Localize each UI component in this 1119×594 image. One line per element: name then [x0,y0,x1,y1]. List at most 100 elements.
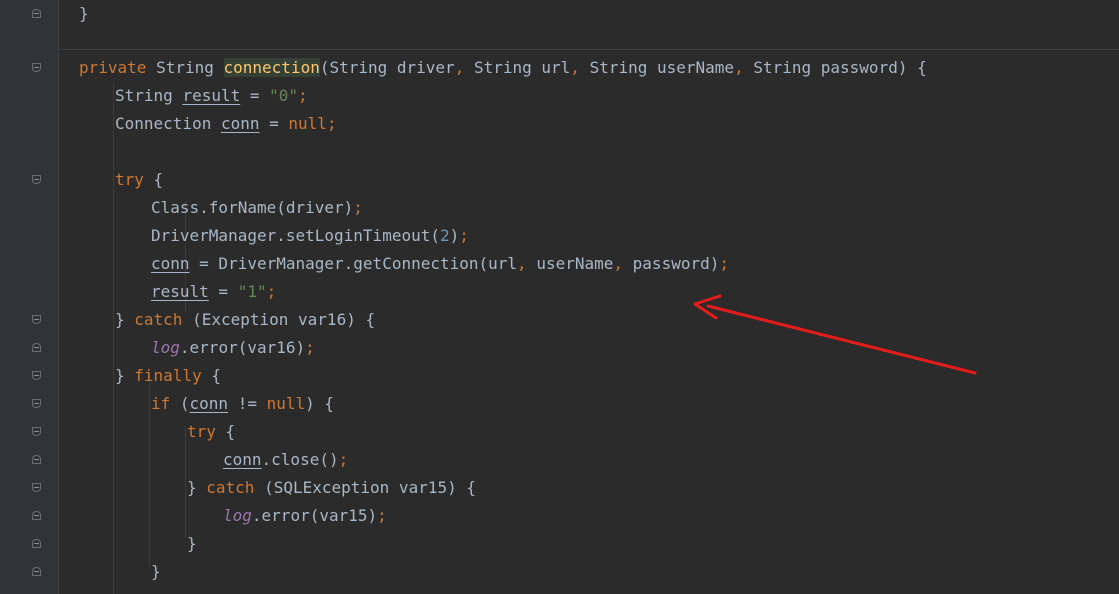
code-token: (SQLException var15) { [254,478,476,497]
code-token: finally [134,366,202,385]
code-line[interactable]: conn = DriverManager.getConnection(url, … [151,250,729,278]
code-token: ; [459,226,469,245]
fold-collapse-icon[interactable] [32,315,41,324]
code-token: = DriverManager.getConnection(url [189,254,518,273]
code-token: (Exception var16) { [182,310,376,329]
code-token: { [201,366,221,385]
code-token: ; [266,282,277,301]
code-token: null [288,114,327,133]
code-token: { [143,170,164,189]
fold-collapse-icon[interactable] [32,175,41,184]
code-line[interactable]: } catch (SQLException var15) { [187,474,476,502]
code-editor[interactable]: } private String connection(String driver… [0,0,1119,594]
code-token: } [187,478,207,497]
code-line[interactable]: if (conn != null) { [151,390,334,418]
code-line[interactable]: String result = "0"; [115,82,308,110]
code-token: , [454,58,465,77]
code-token: Class.forName(driver) [151,198,354,217]
code-token: { [215,422,236,441]
code-line[interactable]: Class.forName(driver); [151,194,363,222]
code-token: String userName [579,58,735,77]
fold-collapse-icon[interactable] [32,427,41,436]
code-token: .error(var16) [179,338,306,357]
code-line[interactable]: try { [187,418,235,446]
fold-end-icon[interactable] [32,343,41,352]
code-token: String url [464,58,571,77]
code-token: , [734,58,744,77]
code-token: != [228,394,267,413]
code-line[interactable]: private String connection(String driver,… [79,54,927,82]
code-token: ) { [305,394,335,413]
code-line[interactable]: } finally { [115,362,221,390]
code-token: if [151,394,171,413]
code-token: , [613,254,624,273]
code-token: ; [338,450,349,469]
fold-end-icon[interactable] [32,539,41,548]
code-token: try [187,422,216,441]
code-token: .error(var15) [251,506,378,525]
code-line[interactable]: } [79,0,89,28]
code-line[interactable]: } [187,530,197,558]
code-token: 2 [439,226,450,245]
fold-end-icon[interactable] [32,9,41,18]
code-token: String [115,86,183,105]
code-line[interactable]: try { [115,166,163,194]
code-token: } [115,366,135,385]
code-token: } [151,562,161,581]
code-token: catch [206,478,255,497]
code-token: log [223,506,252,525]
code-token: } [187,534,197,553]
code-token: ; [298,86,308,105]
code-line[interactable]: } [151,558,161,586]
code-line[interactable]: result = "1"; [151,278,276,306]
indent-guide [149,370,150,566]
code-token: try [115,170,144,189]
code-line[interactable]: DriverManager.setLoginTimeout(2); [151,222,469,250]
code-token: , [570,58,580,77]
fold-end-icon[interactable] [32,567,41,576]
fold-collapse-icon[interactable] [32,399,41,408]
fold-collapse-icon[interactable] [32,371,41,380]
code-token: ; [326,114,337,133]
code-line[interactable]: conn.close(); [223,446,348,474]
code-token: = [240,86,270,105]
code-token: result [151,282,209,301]
editor-gutter[interactable] [0,0,58,594]
code-line[interactable]: log.error(var15); [223,502,387,530]
code-token: DriverManager.setLoginTimeout( [151,226,440,245]
code-token: "0" [269,86,299,105]
code-token: } [79,4,89,23]
code-token: ; [305,338,315,357]
code-token: log [151,338,180,357]
code-token: } [115,310,135,329]
code-token: = [259,114,289,133]
fold-collapse-icon[interactable] [32,483,41,492]
code-token: conn [189,394,229,413]
code-area[interactable]: } private String connection(String driver… [59,0,1119,594]
code-token: Connection [115,114,221,133]
code-token: , [517,254,527,273]
indent-guide [113,82,114,594]
code-token: String password) { [743,58,927,77]
code-token: ; [377,506,387,525]
code-token: userName [526,254,614,273]
fold-end-icon[interactable] [32,511,41,520]
code-token: (String driver [319,58,455,77]
method-separator [59,49,1119,50]
code-token: catch [134,310,183,329]
code-token: ; [719,254,729,273]
fold-collapse-icon[interactable] [32,63,41,72]
code-token: private [79,58,147,77]
code-token: connection [223,58,320,77]
code-line[interactable]: log.error(var16); [151,334,315,362]
code-token: conn [151,254,190,273]
code-token: = [208,282,238,301]
fold-markers [0,0,58,594]
code-line[interactable]: Connection conn = null; [115,110,337,138]
code-token: ; [353,198,363,217]
code-token: "1" [237,282,267,301]
code-line[interactable]: } catch (Exception var16) { [115,306,375,334]
fold-end-icon[interactable] [32,455,41,464]
code-token: ) [449,226,460,245]
indent-guide [185,426,186,538]
